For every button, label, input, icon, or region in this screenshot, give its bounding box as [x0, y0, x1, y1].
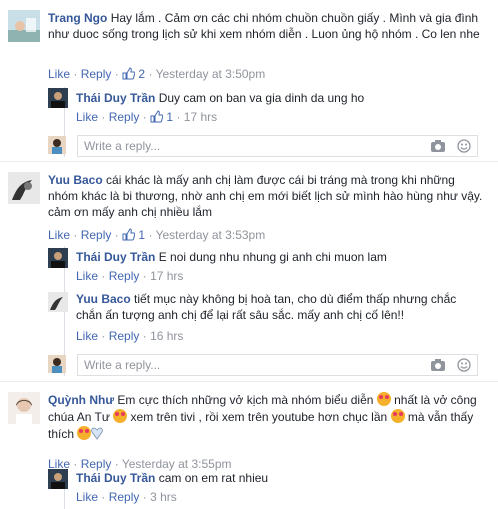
reply-actions: Like · Reply · 3 hrs [76, 490, 177, 504]
reply-link[interactable]: Reply [109, 269, 140, 283]
timestamp[interactable]: Yesterday at 3:53pm [156, 228, 266, 242]
reply-author[interactable]: Yuu Baco [76, 292, 131, 306]
current-user-avatar [48, 355, 66, 373]
timestamp[interactable]: 3 hrs [150, 490, 177, 504]
reply-body: tiết mục này không bị hoà tan, cho dù đi… [76, 292, 457, 322]
like-link[interactable]: Like [76, 490, 98, 504]
reply-link[interactable]: Reply [109, 110, 140, 124]
comment-body: Hay lắm . Cảm ơn các chi nhóm chuồn chuồ… [48, 11, 480, 41]
comment-trang-ngo: Trang Ngo Hay lắm . Cảm ơn các chi nhóm … [0, 0, 498, 160]
comment-actions: Like · Reply · Yesterday at 3:55pm [48, 457, 232, 471]
reply-link[interactable]: Reply [81, 228, 112, 242]
write-reply-input[interactable]: Write a reply... [77, 354, 478, 376]
like-count[interactable]: 1 [166, 110, 173, 124]
love-eyes-emoji-icon [390, 409, 405, 423]
comment-author[interactable]: Quỳnh Như [48, 393, 114, 407]
write-reply-placeholder: Write a reply... [84, 139, 161, 153]
thumbs-up-icon [122, 228, 136, 241]
camera-icon[interactable] [430, 139, 446, 153]
reply-link[interactable]: Reply [81, 67, 112, 81]
love-eyes-emoji-icon [376, 392, 391, 406]
camera-icon[interactable] [430, 358, 446, 372]
timestamp[interactable]: 16 hrs [150, 329, 183, 343]
love-eyes-emoji-icon [77, 426, 92, 440]
reply-text: Yuu Baco tiết mục này không bị hoà tan, … [76, 291, 480, 323]
thumbs-up-icon [150, 110, 164, 123]
timestamp[interactable]: 17 hrs [150, 269, 183, 283]
love-eyes-emoji-icon [113, 409, 128, 423]
avatar-thai-duy-tran[interactable] [48, 469, 68, 489]
like-link[interactable]: Like [48, 228, 70, 242]
comment-body: Em cực thích những vở kịch mà nhóm biểu … [117, 393, 377, 407]
reply-body: Duy cam on ban va gia dinh da ung ho [158, 91, 365, 105]
reply-link[interactable]: Reply [81, 457, 112, 471]
avatar-quynh-nhu[interactable] [8, 392, 40, 424]
reply-actions: Like · Reply · 1 · 17 hrs [76, 110, 218, 124]
like-count[interactable]: 2 [138, 67, 145, 81]
emoji-icon[interactable] [457, 358, 471, 372]
emoji-icon[interactable] [457, 139, 471, 153]
comment-text: Yuu Baco cái khác là mấy anh chị làm đượ… [48, 172, 488, 220]
comment-body: cái khác là mấy anh chị làm được cái bi … [48, 173, 483, 219]
comment-text: Quỳnh Như Em cực thích những vở kịch mà … [48, 392, 480, 443]
comment-actions: Like · Reply · 1 · Yesterday at 3:53pm [48, 228, 266, 242]
like-count[interactable]: 1 [138, 228, 145, 242]
current-user-avatar [48, 136, 66, 154]
heart-icon [91, 427, 104, 440]
avatar-trang-ngo[interactable] [8, 10, 40, 42]
reply-text: Thái Duy Trần E noi dung nhu nhung gi an… [76, 249, 488, 265]
write-reply-placeholder: Write a reply... [84, 358, 161, 372]
like-link[interactable]: Like [76, 110, 98, 124]
reply-author[interactable]: Thái Duy Trần [76, 471, 155, 485]
avatar-thai-duy-tran[interactable] [48, 248, 68, 268]
avatar-yuu-baco[interactable] [8, 172, 40, 204]
timestamp[interactable]: Yesterday at 3:50pm [156, 67, 266, 81]
avatar-thai-duy-tran[interactable] [48, 88, 68, 108]
comment-quynh-nhu: Quỳnh Như Em cực thích những vở kịch mà … [0, 382, 498, 509]
like-link[interactable]: Like [76, 329, 98, 343]
like-link[interactable]: Like [76, 269, 98, 283]
avatar-yuu-baco[interactable] [48, 292, 68, 312]
reply-body: E noi dung nhu nhung gi anh chi muon lam [158, 250, 387, 264]
reply-text: Thái Duy Trần cam on em rat nhieu [76, 470, 488, 486]
reply-body: cam on em rat nhieu [158, 471, 269, 485]
comment-text: Trang Ngo Hay lắm . Cảm ơn các chi nhóm … [48, 10, 488, 42]
comment-yuu-baco: Yuu Baco cái khác là mấy anh chị làm đượ… [0, 162, 498, 376]
reply-author[interactable]: Thái Duy Trần [76, 91, 155, 105]
reply-text: Thái Duy Trần Duy cam on ban va gia dinh… [76, 90, 488, 106]
comment-body: xem trên tivi , rồi xem trên youtube hơn… [127, 410, 391, 424]
comment-author[interactable]: Yuu Baco [48, 173, 103, 187]
thumbs-up-icon [122, 67, 136, 80]
reply-actions: Like · Reply · 17 hrs [76, 269, 184, 283]
write-reply-input[interactable]: Write a reply... [77, 135, 478, 157]
comment-actions: Like · Reply · 2 · Yesterday at 3:50pm [48, 67, 266, 81]
timestamp[interactable]: Yesterday at 3:55pm [122, 457, 232, 471]
reply-link[interactable]: Reply [109, 329, 140, 343]
like-link[interactable]: Like [48, 67, 70, 81]
reply-actions: Like · Reply · 16 hrs [76, 329, 184, 343]
reply-link[interactable]: Reply [109, 490, 140, 504]
timestamp[interactable]: 17 hrs [184, 110, 217, 124]
reply-author[interactable]: Thái Duy Trần [76, 250, 155, 264]
comment-author[interactable]: Trang Ngo [48, 11, 107, 25]
